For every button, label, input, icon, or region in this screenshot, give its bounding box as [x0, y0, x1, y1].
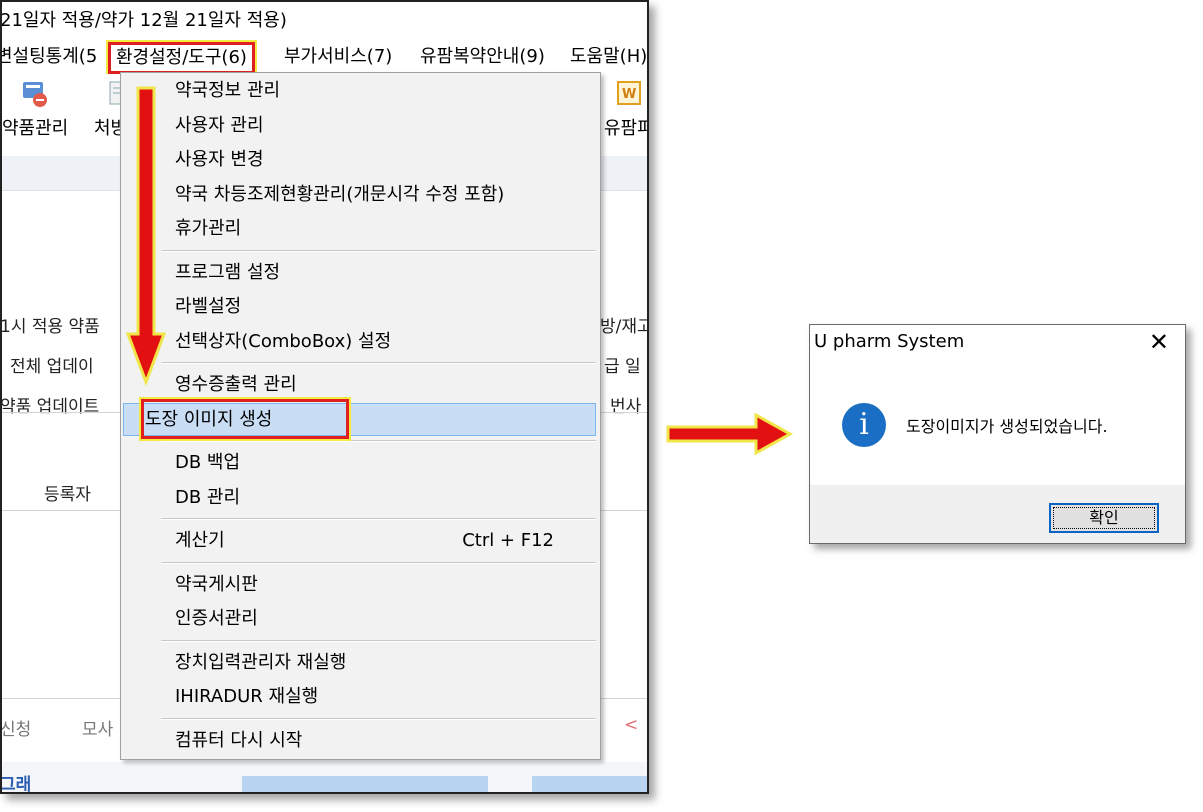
- information-icon: i: [842, 403, 886, 447]
- column-header-registrant: 등록자: [44, 485, 91, 505]
- menu-item[interactable]: 영수증출력 관리: [175, 369, 590, 401]
- bg-left-row2: 전체 업데이: [10, 357, 94, 377]
- annotation-right-arrow: [666, 412, 794, 456]
- menu-separator: [161, 639, 596, 642]
- menu-item[interactable]: DB 백업: [175, 447, 590, 479]
- annotation-down-arrow: [126, 86, 166, 386]
- app-title: 21일자 적용/약가 12월 21일자 적용): [0, 10, 287, 31]
- menu-item[interactable]: 선택상자(ComboBox) 설정: [175, 326, 590, 358]
- bottom-tab-request[interactable]: 신청: [2, 715, 31, 740]
- svg-text:W: W: [622, 87, 636, 102]
- menu-item[interactable]: 사용자 변경: [175, 144, 590, 176]
- bottom-panel-label: 그래: [0, 775, 32, 794]
- dialog-footer: 확인: [810, 485, 1185, 543]
- menu-bar: 변설팅통계(5 환경설정/도구(6) 부가서비스(7) 유팜복약안내(9) 도움…: [2, 40, 647, 76]
- menu-item[interactable]: 약국정보 관리: [175, 75, 590, 107]
- menu-item[interactable]: 프로그램 설정: [175, 257, 590, 289]
- menu-item-shortcut: Ctrl + F12: [462, 530, 554, 551]
- menu-item[interactable]: 사용자 관리: [175, 110, 590, 142]
- menu-item-label: 선택상자(ComboBox) 설정: [175, 330, 392, 352]
- settings-tools-dropdown: 약국정보 관리사용자 관리사용자 변경약국 차등조제현황관리(개문시각 수정 포…: [120, 72, 601, 760]
- menu-item-label: 컴퓨터 다시 시작: [175, 729, 303, 751]
- dialog-message: 도장이미지가 생성되었습니다.: [906, 417, 1108, 436]
- menu-item[interactable]: 장치입력관리자 재실행: [175, 647, 590, 679]
- menu-item-label: 장치입력관리자 재실행: [175, 651, 347, 673]
- menu-separator: [161, 717, 596, 720]
- message-dialog: U pharm System ✕ i 도장이미지가 생성되었습니다. 확인: [809, 324, 1186, 544]
- menu-item-label: 사용자 관리: [175, 114, 264, 136]
- bottom-panel: 그래: [0, 762, 647, 794]
- menu-item-label: 라벨설정: [175, 296, 242, 317]
- menu-item-label: 프로그램 설정: [175, 261, 281, 283]
- menu-medication-guide[interactable]: 유팜복약안내(9): [420, 44, 545, 70]
- bg-left-row3: 약품 업데이트: [0, 397, 100, 417]
- bg-right-row3: 번사: [610, 397, 642, 417]
- chevron-left-icon[interactable]: <: [624, 715, 638, 735]
- bg-left-row1: 1시 적용 약품: [0, 317, 100, 337]
- bg-right-row1: 방/재고: [600, 317, 649, 337]
- menu-separator: [161, 440, 596, 442]
- drug-management-icon: [20, 80, 50, 108]
- toolbar-upharm-label: 유팜퍼: [604, 118, 649, 139]
- menu-item[interactable]: 휴가관리: [175, 213, 590, 245]
- dialog-title: U pharm System: [814, 331, 965, 352]
- menu-settings-tools[interactable]: 환경설정/도구(6): [106, 40, 257, 76]
- toolbar-drug-management-label: 약품관리: [2, 118, 69, 139]
- menu-item-label: 영수증출력 관리: [175, 374, 297, 395]
- thumbnail-card[interactable]: [242, 776, 488, 792]
- ok-button[interactable]: 확인: [1049, 503, 1159, 533]
- menu-item[interactable]: 인증서관리: [175, 603, 590, 635]
- toolbar-upharm[interactable]: W 유팜퍼: [604, 80, 649, 140]
- menu-item[interactable]: IHIRADUR 재실행: [175, 681, 590, 713]
- upharm-icon: W: [614, 80, 644, 108]
- menu-item[interactable]: DB 관리: [175, 482, 590, 514]
- menu-item[interactable]: 약국게시판: [175, 569, 590, 601]
- menu-item-label: DB 백업: [175, 452, 241, 473]
- menu-separator: [161, 518, 596, 520]
- thumbnail-card[interactable]: [532, 776, 647, 792]
- menu-extra-services[interactable]: 부가서비스(7): [284, 44, 392, 70]
- menu-item-label: DB 관리: [175, 486, 241, 508]
- bg-right-row2: 급 일: [604, 357, 641, 377]
- menu-item[interactable]: 컴퓨터 다시 시작: [175, 725, 590, 757]
- toolbar-drug-management[interactable]: 약품관리: [2, 80, 68, 140]
- menu-separator: [161, 561, 596, 564]
- menu-separator: [161, 362, 596, 364]
- app-titlebar: 21일자 적용/약가 12월 21일자 적용): [2, 2, 647, 40]
- annotation-highlight-box: [139, 397, 351, 441]
- menu-statistics[interactable]: 변설팅통계(5: [2, 44, 97, 70]
- menu-item-label: 휴가관리: [175, 218, 242, 239]
- menu-item-label: 약국게시판: [175, 573, 258, 595]
- close-icon[interactable]: ✕: [1149, 329, 1169, 355]
- menu-item[interactable]: 라벨설정: [175, 291, 590, 323]
- menu-separator: [161, 249, 596, 252]
- menu-help[interactable]: 도움말(H): [570, 44, 647, 70]
- menu-item[interactable]: 약국 차등조제현황관리(개문시각 수정 포함): [175, 179, 590, 211]
- menu-item-label: 약국정보 관리: [175, 80, 281, 101]
- bottom-tab-mosa[interactable]: 모사: [82, 715, 113, 740]
- menu-item-label: 사용자 변경: [175, 149, 264, 170]
- menu-item-label: 약국 차등조제현황관리(개문시각 수정 포함): [175, 183, 505, 205]
- menu-item[interactable]: 계산기 Ctrl + F12: [175, 525, 590, 557]
- app-window: 21일자 적용/약가 12월 21일자 적용) 변설팅통계(5 환경설정/도구(…: [0, 0, 649, 794]
- menu-item-label: 인증서관리: [175, 608, 258, 629]
- menu-item-label: IHIRADUR 재실행: [175, 686, 319, 707]
- menu-item-label: 계산기: [175, 530, 225, 551]
